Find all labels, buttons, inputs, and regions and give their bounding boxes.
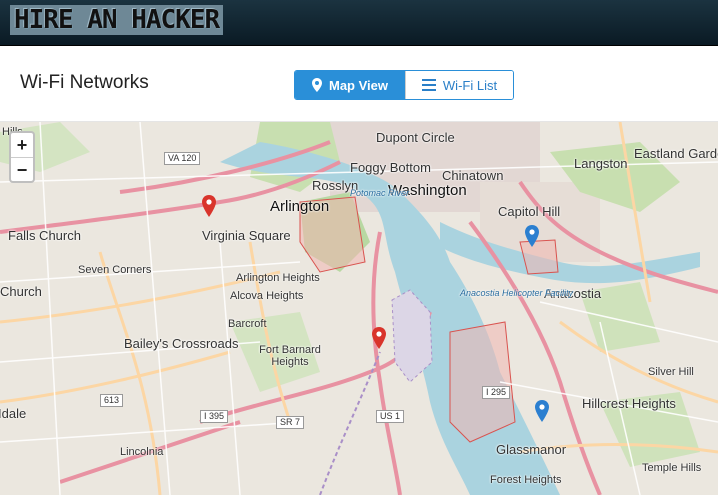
map-tiles (0, 122, 718, 495)
map-label-arlington-heights: Arlington Heights (236, 272, 320, 284)
map-label-chinatown: Chinatown (442, 168, 504, 183)
map-marker-icon (311, 78, 322, 92)
map-label-arlington: Arlington (270, 198, 330, 215)
map-shield-sr7: SR 7 (276, 416, 305, 429)
map-shield-va120: VA 120 (164, 152, 201, 165)
map-shield-i295: I 295 (482, 386, 511, 399)
wifi-pin-red[interactable] (372, 327, 386, 349)
map-label-forest-heights: Forest Heights (490, 474, 562, 486)
map-view-button[interactable]: Map View (295, 71, 405, 99)
page-title: Wi-Fi Networks (20, 72, 149, 93)
wifi-pin-blue[interactable] (535, 400, 549, 422)
map-label-eastland: Eastland Gardens (634, 146, 718, 161)
view-toggle: Map View Wi-Fi List (294, 70, 514, 100)
map-label-fort-barnard: Fort Barnard Heights (259, 344, 321, 368)
map-canvas[interactable]: Hills Dupont Circle Foggy Bottom Chinato… (0, 122, 718, 495)
list-icon (421, 79, 436, 91)
zoom-control: + − (9, 131, 35, 183)
map-label-silver-hill: Silver Hill (648, 366, 694, 378)
map-shield-i395: I 395 (200, 410, 229, 423)
logo: HIRE AN HACKER (10, 5, 224, 35)
map-label-hillcrest: Hillcrest Heights (582, 396, 676, 411)
map-label-alcova: Alcova Heights (230, 290, 304, 302)
wifi-pin-red[interactable] (202, 195, 216, 217)
map-label-capitol: Capitol Hill (498, 204, 561, 219)
page-header: Wi-Fi Networks Map View Wi-Fi List (0, 46, 718, 122)
map-shield-613: 613 (100, 394, 124, 407)
map-label-foggy: Foggy Bottom (350, 160, 431, 175)
map-label-anacostia-heli: Anacostia Helicopter Facility (460, 288, 573, 298)
map-label-falls: Falls Church (8, 228, 81, 243)
zoom-out-button[interactable]: − (11, 157, 33, 181)
map-label-church: Church (0, 284, 42, 299)
map-label-dale: Idale (0, 406, 27, 421)
map-label-langston: Langston (574, 156, 628, 171)
zoom-in-button[interactable]: + (11, 133, 33, 157)
map-label-dupont: Dupont Circle (376, 130, 455, 145)
top-banner: HIRE AN HACKER (0, 0, 718, 46)
wifi-pin-blue[interactable] (525, 225, 539, 247)
map-label-seven-corners: Seven Corners (78, 264, 152, 276)
map-label-virginia-square: Virginia Square (202, 228, 291, 243)
map-shield-us1: US 1 (376, 410, 405, 423)
wifi-list-button[interactable]: Wi-Fi List (405, 71, 513, 99)
map-label-temple-hills: Temple Hills (642, 462, 702, 474)
map-label-barcroft: Barcroft (228, 318, 267, 330)
map-label-baileys: Bailey's Crossroads (124, 336, 239, 351)
wifi-list-label: Wi-Fi List (442, 77, 498, 93)
map-view-label: Map View (328, 77, 388, 93)
map-label-lincolnia: Lincolnia (120, 446, 164, 458)
map-label-potomac: Potomac River (350, 188, 410, 198)
map-label-glassmanor: Glassmanor (496, 442, 567, 457)
